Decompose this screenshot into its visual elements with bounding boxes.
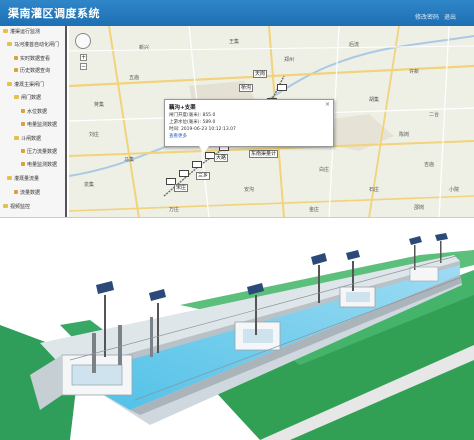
pan-control[interactable] [75, 33, 91, 49]
sidebar-item-irrigation-flow[interactable]: 灌溉量流量 [7, 176, 39, 183]
page-icon [14, 56, 18, 60]
change-password-link[interactable]: 修改密码 [415, 12, 439, 21]
sidebar-item-label: 实时数据查看 [20, 56, 51, 62]
sidebar-item-label: 电量监测数据 [27, 162, 58, 168]
info-popup: 藕沟+支渠 闸门开度(毫米): 855.0 上游水位(毫米): 589.0 时间… [164, 99, 334, 147]
map-place-label: 石庄 [369, 187, 380, 193]
zoom-in-button[interactable]: + [80, 54, 87, 61]
title-bar: 渠南灌区调度系统 修改密码 退出 [0, 0, 474, 26]
station-marker[interactable] [277, 84, 287, 91]
map-place-label: 刘庄 [89, 132, 100, 138]
sidebar-item-mahe-gates[interactable]: 马河灌首自动化闸门 [7, 42, 59, 49]
page-icon [14, 190, 18, 194]
map-place-label: 白庄 [319, 167, 330, 173]
station-tag[interactable]: 三乡 [196, 172, 211, 180]
folder-icon [3, 204, 8, 208]
page-icon [14, 68, 18, 72]
sidebar-item-label: 流量数据 [20, 190, 41, 196]
canal-scene [0, 233, 474, 440]
page-icon [21, 162, 25, 166]
sidebar: 灌渠运行监测 马河灌首自动化闸门 实时数据查看 历史数据查询 灌溉主渠闸门 闸门… [0, 26, 67, 217]
map-place-label: 陈岗 [399, 132, 410, 138]
station-tag[interactable]: 桥沟 [239, 84, 254, 92]
app-window: 渠南灌区调度系统 修改密码 退出 灌渠运行监测 马河灌首自动化闸门 实时数据查看… [0, 0, 474, 218]
sidebar-item-label: 历史数据查询 [20, 68, 51, 74]
map-place-label: 万庄 [169, 207, 180, 213]
sidebar-item-video[interactable]: 视频监控 [3, 204, 30, 211]
map-place-label: 马集 [124, 157, 135, 163]
page-icon [21, 149, 25, 153]
map-place-label: 邵岗 [414, 205, 425, 211]
sidebar-item-history[interactable]: 历史数据查询 [14, 68, 50, 75]
station-tag[interactable]: 宋庄 [174, 184, 189, 192]
map-place-label: 吉庙 [424, 162, 435, 168]
station-tag[interactable]: 天岗 [253, 70, 268, 78]
map-place-label: 蒋集 [94, 102, 105, 108]
popup-time: 时间: 2019-06-23 10:12:13.07 [169, 127, 236, 132]
map-place-label: 后流 [349, 42, 360, 48]
folder-icon [7, 82, 12, 86]
sidebar-item-label: 闸门数据 [21, 95, 42, 101]
popup-more-link[interactable]: 查看更多 [169, 133, 329, 139]
page-icon [21, 109, 25, 113]
station-marker[interactable] [179, 170, 189, 177]
sidebar-item-flow-data[interactable]: 流量数据 [14, 190, 40, 197]
close-icon[interactable]: × [325, 101, 330, 108]
sidebar-item-label: 视频监控 [10, 204, 31, 210]
sidebar-item-power-1[interactable]: 电量监测数据 [21, 122, 57, 129]
sidebar-item-realtime[interactable]: 实时数据查看 [14, 56, 50, 63]
map-place-label: 王集 [229, 39, 240, 45]
map-place-label: 郑州 [284, 57, 295, 63]
sidebar-item-label: 水位数据 [27, 109, 48, 115]
sidebar-item-label: 灌溉主渠闸门 [14, 82, 45, 88]
map-place-label: 泉集 [84, 182, 95, 188]
sidebar-item-power-2[interactable]: 电量监测数据 [21, 162, 57, 169]
folder-icon [7, 42, 12, 46]
sidebar-item-label: 电量监测数据 [27, 122, 58, 128]
sidebar-item-monitor[interactable]: 灌渠运行监测 [3, 29, 40, 36]
page-icon [21, 122, 25, 126]
popup-title: 藕沟+支渠 [169, 105, 196, 111]
map-place-label: 金庄 [309, 207, 320, 213]
folder-icon [3, 29, 8, 33]
map-place-label: 安沟 [244, 187, 255, 193]
map-place-label: 许新 [409, 69, 420, 75]
map-place-label: 胡集 [369, 97, 380, 103]
station-tag[interactable]: 大路 [214, 154, 229, 162]
logout-link[interactable]: 退出 [444, 12, 456, 21]
sidebar-item-label: 马河灌首自动化闸门 [14, 42, 60, 48]
popup-upstream-level: 上游水位(毫米): 589.0 [169, 120, 216, 125]
map-place-label: 新兴 [139, 45, 150, 51]
map-view[interactable]: + − 新兴 王集 后流 郑州 五庙 许新 蒋集 胡集 二合 刘庄 陈岗 马集 … [69, 26, 474, 217]
station-marker[interactable] [192, 161, 202, 168]
folder-icon [14, 95, 19, 99]
sidebar-item-main-gates[interactable]: 灌溉主渠闸门 [7, 82, 44, 89]
sidebar-item-branch-gates[interactable]: 斗闸数据 [14, 136, 41, 143]
app-title: 渠南灌区调度系统 [8, 7, 100, 20]
map-place-label: 五庙 [129, 75, 140, 81]
sidebar-item-pressure-flow[interactable]: 压力流量数据 [21, 149, 57, 156]
sidebar-item-label: 压力流量数据 [27, 149, 58, 155]
popup-gate-opening: 闸门开度(毫米): 855.0 [169, 113, 216, 118]
sidebar-item-gate-data[interactable]: 闸门数据 [14, 95, 41, 102]
zoom-out-button[interactable]: − [80, 63, 87, 70]
sidebar-item-label: 灌溉量流量 [14, 176, 40, 182]
canal-illustration [0, 225, 474, 440]
sidebar-item-label: 灌渠运行监测 [10, 29, 41, 35]
sidebar-item-label: 斗闸数据 [21, 136, 42, 142]
map-place-label: 二合 [429, 112, 440, 118]
folder-icon [14, 136, 19, 140]
station-tag[interactable]: 东南渠量计 [249, 150, 279, 158]
folder-icon [7, 176, 12, 180]
popup-pointer [199, 146, 209, 153]
sidebar-item-water-level[interactable]: 水位数据 [21, 109, 47, 116]
map-place-label: 小院 [449, 187, 460, 193]
